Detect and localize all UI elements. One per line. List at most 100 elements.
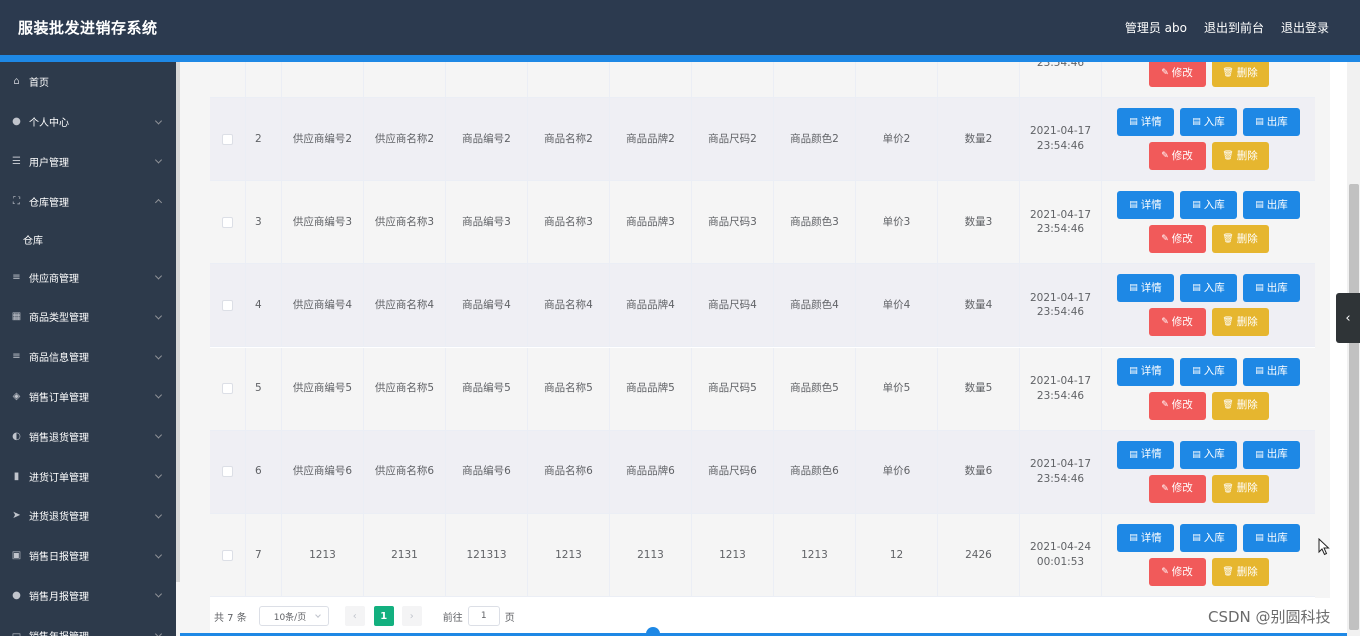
sidebar-item[interactable]: ◐ 销售退货管理 xyxy=(0,416,176,456)
goods-name-cell: 商品名称6 xyxy=(528,430,610,513)
button-label: 出库 xyxy=(1266,198,1288,211)
goto-label: 前往 xyxy=(442,612,463,624)
edit-button[interactable]: ✎ 修改 xyxy=(1148,142,1206,170)
date-text: 2021-04-17 xyxy=(1029,208,1092,221)
detail-button[interactable]: ▤ 详情 xyxy=(1117,524,1174,552)
edit-icon: ✎ xyxy=(1161,317,1169,328)
data-cell xyxy=(938,62,1020,97)
delete-button[interactable]: 🗑 删除 xyxy=(1211,225,1269,254)
price-cell: 12 xyxy=(856,514,938,596)
sidebar-item[interactable]: ☰ 用户管理 xyxy=(0,142,176,182)
row-checkbox[interactable] xyxy=(222,549,233,561)
stock-in-button[interactable]: ▤ 入库 xyxy=(1180,357,1237,386)
sidebar-item[interactable]: ▣ 销售日报管理 xyxy=(0,536,176,576)
row-checkbox[interactable] xyxy=(222,133,233,145)
edit-button[interactable]: ✎ 修改 xyxy=(1148,225,1206,254)
row-checkbox[interactable] xyxy=(222,216,233,228)
stock-out-button[interactable]: ▤ 出库 xyxy=(1243,191,1300,220)
stock-out-button[interactable]: ▤ 出库 xyxy=(1243,274,1300,303)
chevron-down-icon xyxy=(154,156,163,165)
delete-button[interactable]: 🗑 删除 xyxy=(1211,558,1269,586)
delete-button[interactable]: 🗑 删除 xyxy=(1211,308,1269,337)
edit-button[interactable]: ✎ 修改 xyxy=(1148,62,1206,87)
delete-button[interactable]: 🗑 删除 xyxy=(1211,142,1269,170)
page-size-value: 10条/页 xyxy=(273,612,307,623)
document-icon: ▤ xyxy=(1192,449,1201,460)
sidebar-item[interactable]: ➤ 进货退货管理 xyxy=(0,496,176,536)
time-cell: 2021-04-17 23:54:46 xyxy=(1020,98,1102,180)
stock-in-button[interactable]: ▤ 入库 xyxy=(1180,440,1237,469)
button-label: 修改 xyxy=(1171,482,1193,495)
pagination-total: 共 7 条 xyxy=(214,612,247,624)
edit-button[interactable]: ✎ 修改 xyxy=(1148,308,1206,337)
sidebar-item[interactable]: ▮ 进货订单管理 xyxy=(0,456,176,496)
ops-line: ✎ 修改 🗑 删除 xyxy=(1148,225,1269,254)
stock-in-button[interactable]: ▤ 入库 xyxy=(1180,191,1237,220)
sidebar-item[interactable]: ⌂ 首页 xyxy=(0,62,176,102)
stock-out-button[interactable]: ▤ 出库 xyxy=(1243,108,1300,136)
page-number-button[interactable]: 1 xyxy=(373,606,394,626)
sidebar-item[interactable]: ▦ 商品类型管理 xyxy=(0,297,176,337)
detail-button[interactable]: ▤ 详情 xyxy=(1117,108,1174,136)
ops-cell: ▤ 详情 ▤ 入库 ▤ 出库 ✎ 修改 🗑 删除 xyxy=(1102,431,1315,513)
side-panel-toggle[interactable]: ‹ xyxy=(1336,293,1360,343)
chevron-down-icon xyxy=(154,312,163,320)
price-cell: 单价4 xyxy=(856,264,938,347)
monitor-icon: ▭ xyxy=(11,629,22,636)
sidebar-item[interactable]: ⛶ 仓库管理 xyxy=(0,181,176,221)
sidebar-scrollbar[interactable] xyxy=(176,62,180,582)
sidebar-item[interactable]: ≡ 商品信息管理 xyxy=(0,337,176,377)
bottom-scroll-handle[interactable] xyxy=(646,627,660,636)
sidebar-item[interactable]: ≡ 供应商管理 xyxy=(0,257,176,297)
ops-line: ▤ 详情 ▤ 入库 ▤ 出库 xyxy=(1117,274,1300,303)
ops-cell: ▤ 详情 ▤ 入库 ▤ 出库 ✎ 修改 🗑 删除 xyxy=(1102,264,1315,346)
sidebar-item-label: 商品信息管理 xyxy=(29,353,89,365)
delete-button[interactable]: 🗑 删除 xyxy=(1211,391,1269,420)
page-size-select[interactable]: 10条/页 xyxy=(258,606,329,626)
back-to-front-link[interactable]: 退出到前台 xyxy=(1204,19,1264,36)
stock-in-button[interactable]: ▤ 入库 xyxy=(1180,274,1237,303)
stock-out-button[interactable]: ▤ 出库 xyxy=(1243,357,1300,386)
sidebar: ⌂ 首页 ● 个人中心 ☰ 用户管理 ⛶ 仓库管理 仓库 ≡ 供应商管理 ▦ 商品类型管理 ≡ 商品信息管理… xyxy=(0,62,176,636)
detail-button[interactable]: ▤ 详情 xyxy=(1117,440,1174,469)
data-table: 23:54:46 ✎ 修改 🗑 删除 2 供应商编号2 供应商名称2 商品编号2 商品名称2 商品品… xyxy=(210,62,1315,598)
row-checkbox[interactable] xyxy=(222,383,233,395)
delete-button[interactable]: 🗑 删除 xyxy=(1211,474,1269,503)
stock-in-button[interactable]: ▤ 入库 xyxy=(1180,108,1237,136)
qty-cell: 数量2 xyxy=(938,98,1020,180)
detail-button[interactable]: ▤ 详情 xyxy=(1117,274,1174,303)
data-cell xyxy=(692,62,774,97)
user-icon: ● xyxy=(12,589,21,601)
logout-link[interactable]: 退出登录 xyxy=(1281,19,1329,36)
time-text: 23:54:46 xyxy=(1036,140,1085,152)
edit-button[interactable]: ✎ 修改 xyxy=(1148,474,1206,503)
goto-page-input[interactable]: 1 xyxy=(467,606,500,626)
detail-button[interactable]: ▤ 详情 xyxy=(1117,357,1174,386)
admin-user-label[interactable]: 管理员 abo xyxy=(1125,19,1187,36)
button-label: 修改 xyxy=(1171,66,1193,79)
edit-button[interactable]: ✎ 修改 xyxy=(1148,391,1206,420)
detail-button[interactable]: ▤ 详情 xyxy=(1117,191,1174,220)
stock-out-button[interactable]: ▤ 出库 xyxy=(1243,440,1300,469)
sidebar-subitem-warehouse[interactable]: 仓库 xyxy=(0,221,176,258)
row-checkbox[interactable] xyxy=(222,466,233,478)
chevron-right-icon: › xyxy=(409,610,414,622)
sidebar-item[interactable]: ● 销售月报管理 xyxy=(0,576,176,616)
stock-out-button[interactable]: ▤ 出库 xyxy=(1243,524,1300,552)
next-page-button[interactable]: › xyxy=(401,606,422,626)
price-cell: 单价5 xyxy=(856,347,938,430)
delete-button[interactable]: 🗑 删除 xyxy=(1211,62,1269,87)
sidebar-item[interactable]: ● 个人中心 xyxy=(0,102,176,142)
stock-in-button[interactable]: ▤ 入库 xyxy=(1180,524,1237,552)
sidebar-item[interactable]: ▭ 销售年报管理 xyxy=(0,615,176,636)
button-label: 详情 xyxy=(1140,115,1162,128)
sidebar-item[interactable]: ◈ 销售订单管理 xyxy=(0,377,176,417)
page-scrollbar-thumb[interactable] xyxy=(1349,184,1359,630)
ops-cell: ▤ 详情 ▤ 入库 ▤ 出库 ✎ 修改 🗑 删除 xyxy=(1102,98,1315,180)
row-checkbox[interactable] xyxy=(222,299,233,311)
edit-icon: ✎ xyxy=(1161,566,1169,577)
edit-button[interactable]: ✎ 修改 xyxy=(1148,558,1206,586)
prev-page-button[interactable]: ‹ xyxy=(344,606,365,626)
goods-name-cell: 商品名称2 xyxy=(528,98,610,180)
button-label: 修改 xyxy=(1171,316,1193,329)
